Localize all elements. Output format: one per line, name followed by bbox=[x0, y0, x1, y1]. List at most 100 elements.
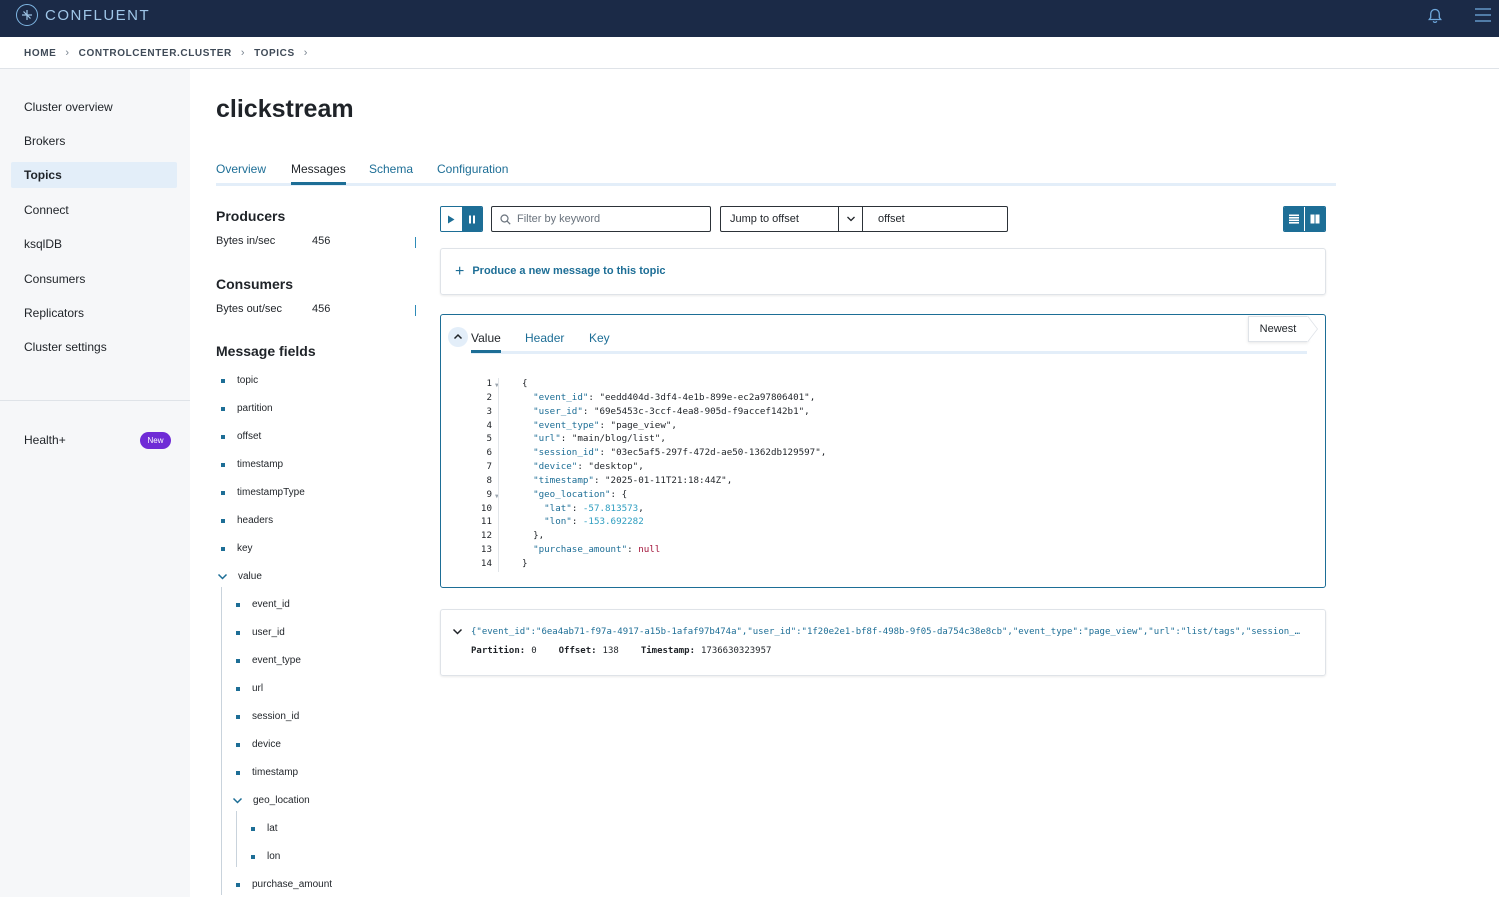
search-icon bbox=[500, 213, 511, 225]
confluent-logo-icon bbox=[16, 4, 38, 26]
field-item[interactable]: partition bbox=[221, 403, 273, 414]
tab-configuration[interactable]: Configuration bbox=[437, 162, 508, 176]
tree-guide-line bbox=[221, 587, 222, 895]
breadcrumb: HOME › CONTROLCENTER.CLUSTER › TOPICS › bbox=[24, 47, 317, 59]
message-card-expanded: Value Header Key Newest 1 2 3 4 5 6 7 8 9 10 11 12 1… bbox=[440, 314, 1326, 588]
producers-label: Bytes in/sec bbox=[216, 235, 276, 247]
tree-guide-line bbox=[236, 811, 237, 867]
sidebar-item-brokers[interactable]: Brokers bbox=[11, 128, 177, 154]
new-badge: New bbox=[140, 432, 171, 449]
jump-to-offset-label: Jump to offset bbox=[730, 213, 799, 225]
chevron-up-icon bbox=[453, 333, 463, 340]
sidebar-divider bbox=[0, 400, 190, 401]
timestamp-value: 1736630323957 bbox=[701, 646, 772, 656]
consumers-value: 456 bbox=[312, 303, 331, 315]
bullet-icon bbox=[221, 518, 225, 523]
field-item[interactable]: event_id bbox=[236, 599, 290, 610]
field-item[interactable]: key bbox=[221, 543, 253, 554]
topic-tabs: Overview Messages Schema Configuration bbox=[216, 160, 1336, 186]
dropdown-button[interactable] bbox=[838, 207, 862, 231]
bullet-icon bbox=[221, 434, 225, 439]
bell-icon[interactable] bbox=[1426, 7, 1444, 25]
field-item[interactable]: timestamp bbox=[236, 767, 298, 778]
bullet-icon bbox=[236, 882, 240, 887]
sidebar-item-replicators[interactable]: Replicators bbox=[11, 300, 177, 326]
play-button[interactable] bbox=[441, 207, 462, 231]
field-item[interactable]: headers bbox=[221, 515, 273, 526]
sidebar-item-cluster-settings[interactable]: Cluster settings bbox=[11, 334, 177, 360]
offset-value: 138 bbox=[602, 646, 619, 656]
bullet-icon bbox=[236, 742, 240, 747]
breadcrumb-home[interactable]: HOME bbox=[24, 48, 56, 59]
bullet-icon bbox=[236, 630, 240, 635]
breadcrumb-bar: HOME › CONTROLCENTER.CLUSTER › TOPICS › bbox=[0, 37, 1499, 69]
breadcrumb-topics[interactable]: TOPICS bbox=[254, 48, 295, 59]
sidebar-item-topics[interactable]: Topics bbox=[11, 162, 177, 188]
field-item[interactable]: topic bbox=[221, 375, 258, 386]
tab-header[interactable]: Header bbox=[525, 331, 564, 345]
message-card-collapsed[interactable]: {"event_id":"6ea4ab71-f97a-4917-a15b-1af… bbox=[440, 609, 1326, 676]
bullet-icon bbox=[251, 854, 255, 859]
pause-button[interactable] bbox=[461, 207, 482, 231]
tab-schema[interactable]: Schema bbox=[369, 162, 413, 176]
producers-value: 456 bbox=[312, 235, 331, 247]
play-icon bbox=[448, 215, 455, 223]
list-view-button[interactable] bbox=[1284, 207, 1305, 231]
breadcrumb-chevron-icon: › bbox=[240, 47, 246, 59]
sidebar-item-connect[interactable]: Connect bbox=[11, 197, 177, 223]
card-view-icon bbox=[1310, 214, 1320, 224]
tab-messages[interactable]: Messages bbox=[291, 162, 346, 185]
produce-message-card: + Produce a new message to this topic bbox=[440, 248, 1326, 295]
collapse-button[interactable] bbox=[448, 327, 468, 347]
field-item[interactable]: session_id bbox=[236, 711, 299, 722]
field-item[interactable]: event_type bbox=[236, 655, 301, 666]
field-item[interactable]: timestampType bbox=[221, 487, 305, 498]
bullet-icon bbox=[221, 546, 225, 551]
card-view-button[interactable] bbox=[1304, 207, 1325, 231]
producers-sparkline bbox=[415, 237, 416, 248]
field-item[interactable]: lat bbox=[251, 823, 278, 834]
field-item[interactable]: url bbox=[236, 683, 263, 694]
tab-value[interactable]: Value bbox=[471, 331, 501, 353]
tab-overview[interactable]: Overview bbox=[216, 162, 266, 176]
top-bar: CONFLUENT bbox=[0, 0, 1499, 37]
newest-label: Newest bbox=[1248, 316, 1308, 342]
sidebar-item-cluster-overview[interactable]: Cluster overview bbox=[11, 94, 177, 120]
confluent-logo[interactable]: CONFLUENT bbox=[16, 4, 150, 26]
sidebar-item-health-plus[interactable]: Health+ bbox=[24, 433, 66, 447]
field-item[interactable]: user_id bbox=[236, 627, 285, 638]
message-metadata: Partition: 0 Offset: 138 Timestamp: 1736630… bbox=[471, 646, 793, 656]
bullet-icon bbox=[236, 602, 240, 607]
field-item[interactable]: offset bbox=[221, 431, 261, 442]
pause-icon bbox=[468, 215, 475, 223]
sidebar-item-consumers[interactable]: Consumers bbox=[11, 266, 177, 292]
page-title: clickstream bbox=[216, 95, 354, 123]
newest-pointer bbox=[1307, 316, 1317, 342]
field-item[interactable]: lon bbox=[251, 851, 280, 862]
field-geo-location-group[interactable]: geo_location bbox=[232, 795, 310, 806]
breadcrumb-cluster[interactable]: CONTROLCENTER.CLUSTER bbox=[79, 48, 232, 59]
field-item[interactable]: device bbox=[236, 739, 281, 750]
line-numbers: 1 2 3 4 5 6 7 8 9 10 11 12 13 14 bbox=[480, 378, 492, 569]
sidebar: Cluster overview Brokers Topics Connect … bbox=[0, 69, 190, 897]
consumers-label: Bytes out/sec bbox=[216, 303, 283, 315]
jump-to-offset-select[interactable]: Jump to offset bbox=[720, 206, 863, 232]
sidebar-item-ksqldb[interactable]: ksqlDB bbox=[11, 231, 177, 257]
filter-keyword-input[interactable] bbox=[517, 213, 697, 225]
consumers-title: Consumers bbox=[216, 276, 294, 292]
field-item[interactable]: purchase_amount bbox=[236, 879, 332, 890]
field-item[interactable]: timestamp bbox=[221, 459, 283, 470]
tab-key[interactable]: Key bbox=[589, 331, 610, 345]
view-toggle bbox=[1283, 206, 1326, 232]
offset-input[interactable] bbox=[878, 213, 1020, 225]
field-value-group[interactable]: value bbox=[217, 571, 262, 582]
playback-controls bbox=[440, 206, 483, 232]
code-gutter-divider bbox=[498, 378, 499, 572]
chevron-down-icon[interactable] bbox=[452, 626, 463, 637]
breadcrumb-chevron-icon: › bbox=[65, 47, 70, 59]
produce-message-button[interactable]: + Produce a new message to this topic bbox=[455, 263, 666, 279]
bullet-icon bbox=[236, 686, 240, 691]
hamburger-menu-icon[interactable] bbox=[1474, 6, 1492, 24]
json-content: { "event_id": "eedd404d-3df4-4e1b-899e-e… bbox=[522, 378, 827, 569]
offset-label: Offset: bbox=[558, 646, 597, 656]
